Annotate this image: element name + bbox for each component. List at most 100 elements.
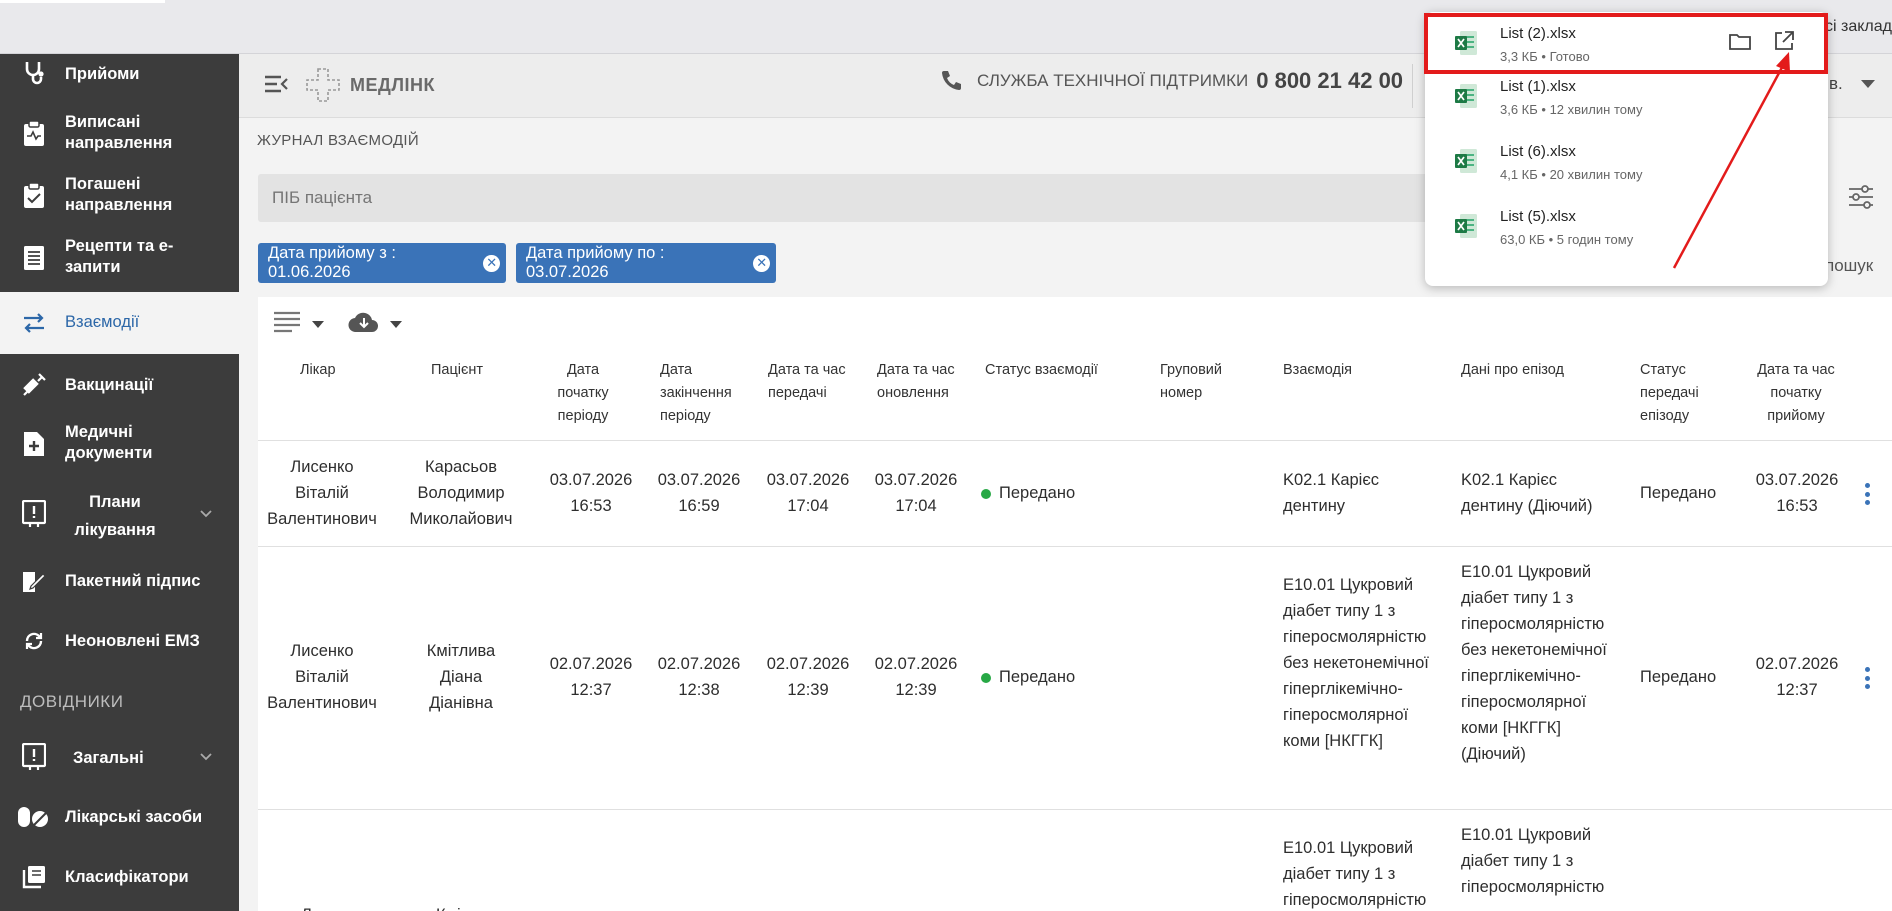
support-info: СЛУЖБА ТЕХНІЧНОЇ ПІДТРИМКИ 0 800 21 42 0… — [939, 68, 1403, 94]
row-divider — [258, 546, 1892, 547]
cell-episode: E10.01 Цукровий діабет типу 1 з гіперосм… — [1461, 563, 1607, 763]
download-file-name: List (6).xlsx — [1500, 143, 1576, 160]
sidebar-item-outdated-emr[interactable]: Неоновлені ЕМЗ — [0, 618, 239, 664]
sidebar-item-appointments[interactable]: Прийоми — [0, 54, 239, 92]
download-file-name: List (1).xlsx — [1500, 78, 1576, 95]
sidebar-item-treatment-plans[interactable]: Плани лікування — [0, 482, 239, 546]
cell-episode-status: Передано — [1640, 668, 1717, 686]
logo-text: МЕДЛІНК — [350, 74, 435, 95]
close-icon[interactable]: ✕ — [483, 254, 500, 272]
sidebar-item-medicines[interactable]: Лікарські засоби — [0, 794, 239, 840]
column-header-interaction[interactable]: Взаємодія — [1283, 359, 1352, 382]
patient-search-input[interactable] — [258, 174, 1428, 222]
excel-file-icon — [1454, 82, 1478, 110]
cell-interaction: E10.01 Цукровий діабет типу 1 з гіперосм… — [1283, 576, 1429, 750]
clipboard-check-icon — [20, 182, 48, 210]
support-phone[interactable]: 0 800 21 42 00 — [1256, 68, 1403, 94]
annotation-highlight-box — [1424, 13, 1828, 74]
header-divider — [1412, 64, 1413, 108]
menu-collapse-icon[interactable] — [261, 69, 291, 99]
cell-doctor: Лисенко Віталій Валентинович — [267, 642, 377, 712]
advanced-search-link[interactable]: пошук — [1825, 256, 1873, 276]
cloud-download-icon[interactable] — [348, 310, 380, 339]
sidebar-item-classifiers[interactable]: Класифікатори — [0, 854, 239, 900]
column-header-sent-at[interactable]: Дата та час передачі — [768, 359, 858, 405]
row-actions-menu-icon[interactable] — [1864, 483, 1870, 505]
sidebar-item-medical-documents[interactable]: Медичні документи — [0, 416, 239, 472]
cell-sent-at: 02.07.2026 12:39 — [766, 655, 850, 699]
sidebar-section-title: ДОВІДНИКИ — [20, 692, 124, 711]
cell-interaction: K02.1 Карієс дентину — [1283, 471, 1380, 515]
syringe-icon — [20, 371, 48, 399]
column-header-episode-status[interactable]: Статус передачі епізоду — [1640, 359, 1715, 428]
filter-chip-label: Дата прийому по : 03.07.2026 — [526, 244, 665, 281]
filter-chip-date-from[interactable]: Дата прийому з : 01.06.2026 ✕ — [258, 243, 506, 283]
download-file-meta: 4,1 КБ • 20 хвилин тому — [1500, 167, 1643, 182]
signature-icon — [20, 567, 48, 595]
download-item[interactable]: List (6).xlsx 4,1 КБ • 20 хвилин тому — [1425, 130, 1828, 195]
row-actions-menu-icon[interactable] — [1864, 667, 1870, 689]
excel-file-icon — [1454, 147, 1478, 175]
columns-list-icon[interactable] — [272, 309, 302, 340]
medlink-cross-icon — [306, 68, 340, 102]
cell-patient: Кмі — [436, 902, 461, 911]
column-header-period-start[interactable]: Дата початку періоду — [548, 359, 618, 428]
sidebar-item-general[interactable]: Загальні — [0, 732, 239, 782]
sidebar-item-vaccinations[interactable]: Вакцинації — [0, 362, 239, 408]
user-name[interactable]: в. — [1829, 74, 1843, 94]
bookmarks-text[interactable]: сі заклад — [1825, 18, 1892, 36]
sidebar-item-interactions[interactable]: Взаємодії — [0, 292, 239, 354]
column-header-updated-at[interactable]: Дата та час оновлення — [877, 359, 967, 405]
refresh-icon — [20, 627, 48, 655]
column-header-visit-start[interactable]: Дата та час початку прийому — [1741, 359, 1851, 428]
sidebar: Прийоми Виписані направлення Погашені на… — [0, 54, 239, 911]
cell-status: Передано — [981, 480, 1075, 506]
column-header-doctor[interactable]: Лікар — [300, 359, 336, 382]
export-dropdown-caret-icon[interactable] — [390, 320, 402, 328]
cell-episode: E10.01 Цукровий діабет типу 1 з гіперосм… — [1461, 826, 1605, 896]
excel-file-icon — [1454, 212, 1478, 240]
plan-board-icon — [20, 500, 48, 528]
cell-period-end: 02.07.2026 12:38 — [657, 655, 741, 699]
cell-updated-at: 02.07.2026 12:39 — [874, 655, 958, 699]
document-list-icon — [20, 244, 48, 272]
download-file-name: List (5).xlsx — [1500, 208, 1576, 225]
sidebar-item-batch-signing[interactable]: Пакетний підпис — [0, 558, 239, 604]
column-header-status[interactable]: Статус взаємодії — [985, 359, 1098, 382]
sidebar-item-prescriptions[interactable]: Рецепти та е-запити — [0, 230, 239, 286]
cell-patient: Карасьов Володимир Миколайович — [409, 458, 513, 528]
interactions-table: Лікар Пацієнт Дата початку періоду Дата … — [258, 297, 1892, 911]
table-header-divider — [258, 440, 1892, 441]
download-item[interactable]: List (5).xlsx 63,0 КБ • 5 годин тому — [1425, 195, 1828, 260]
cell-period-start: 03.07.2026 16:53 — [549, 471, 633, 515]
column-header-episode[interactable]: Дані про епізод — [1461, 359, 1564, 382]
column-header-period-end[interactable]: Дата закінчення періоду — [660, 359, 745, 428]
browser-tab-indicator — [0, 0, 165, 3]
app-logo[interactable]: МЕДЛІНК — [304, 66, 435, 104]
columns-dropdown-caret-icon[interactable] — [312, 320, 324, 328]
sidebar-item-redeemed-referrals[interactable]: Погашені направлення — [0, 168, 239, 224]
user-menu-caret-icon[interactable] — [1861, 80, 1875, 88]
download-item[interactable]: List (1).xlsx 3,6 КБ • 12 хвилин тому — [1425, 65, 1828, 130]
swap-arrows-icon — [20, 309, 48, 337]
column-header-group-number[interactable]: Груповий номер — [1160, 359, 1240, 405]
filter-chip-date-to[interactable]: Дата прийому по : 03.07.2026 ✕ — [516, 243, 776, 283]
cell-status: Передано — [981, 664, 1075, 690]
cell-visit-start: 03.07.2026 16:53 — [1755, 471, 1839, 515]
support-label: СЛУЖБА ТЕХНІЧНОЇ ПІДТРИМКИ — [977, 71, 1249, 90]
library-icon — [20, 863, 48, 891]
stethoscope-icon — [20, 58, 48, 86]
cell-period-end: 03.07.2026 16:59 — [657, 471, 741, 515]
cell-period-start: 02.07.2026 12:37 — [549, 655, 633, 699]
status-ok-dot — [981, 488, 991, 499]
row-divider — [258, 809, 1892, 810]
column-header-patient[interactable]: Пацієнт — [431, 359, 483, 382]
filter-settings-icon[interactable] — [1847, 183, 1875, 211]
sidebar-item-issued-referrals[interactable]: Виписані направлення — [0, 106, 239, 162]
pills-icon — [16, 803, 50, 831]
cell-episode: K02.1 Карієс дентину (Діючий) — [1461, 471, 1593, 515]
chevron-down-icon[interactable] — [199, 507, 213, 521]
close-icon[interactable]: ✕ — [753, 254, 770, 272]
chevron-down-icon[interactable] — [199, 750, 213, 764]
cell-sent-at: 03.07.2026 17:04 — [766, 471, 850, 515]
